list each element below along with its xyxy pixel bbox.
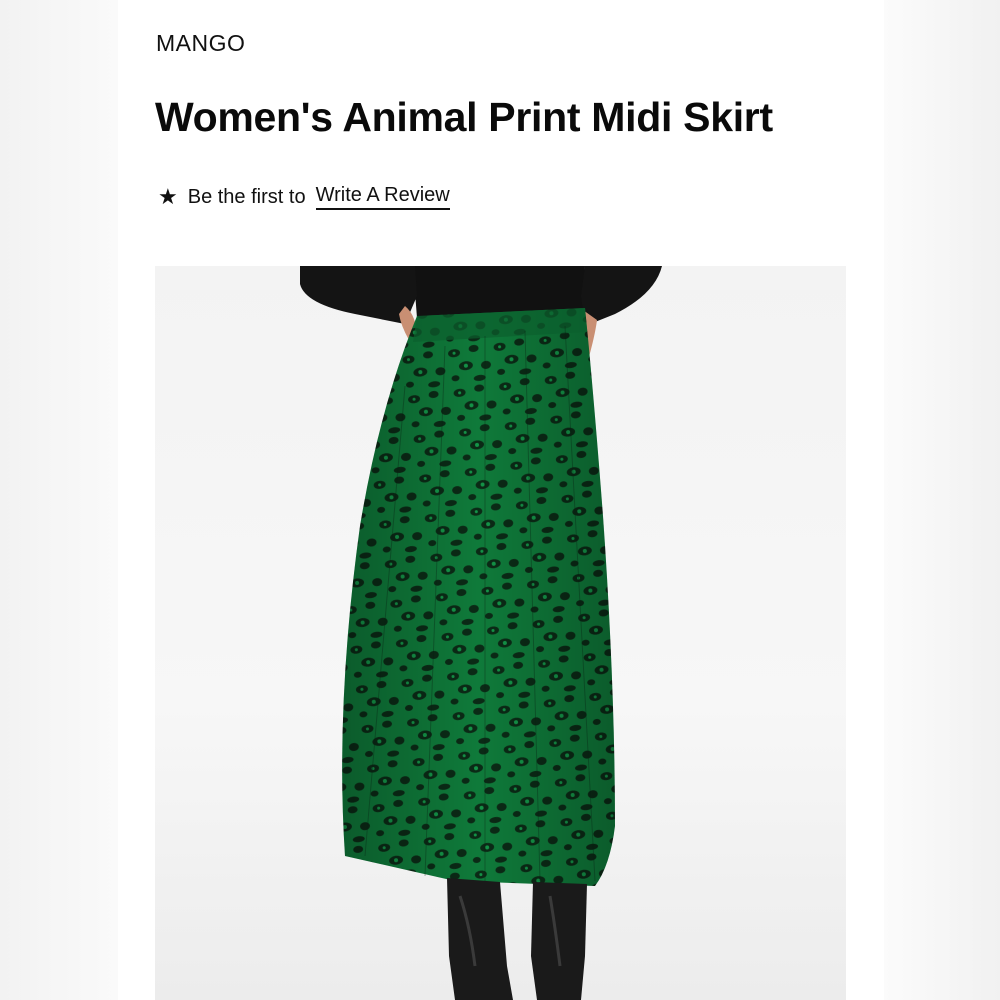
product-image[interactable]	[155, 266, 846, 1000]
star-icon: ★	[158, 184, 178, 209]
skirt-photo-illustration	[300, 266, 662, 1000]
left-margin	[0, 0, 118, 1000]
product-card: MANGO Women's Animal Print Midi Skirt ★ …	[118, 0, 884, 1000]
review-prompt-text: Be the first to	[187, 185, 306, 208]
review-section: ★ Be the first to Write A Review	[158, 184, 450, 210]
product-title: Women's Animal Print Midi Skirt	[155, 94, 773, 140]
write-review-link[interactable]: Write A Review	[315, 184, 450, 210]
brand-name[interactable]: MANGO	[156, 30, 245, 57]
right-margin	[884, 0, 1000, 1000]
